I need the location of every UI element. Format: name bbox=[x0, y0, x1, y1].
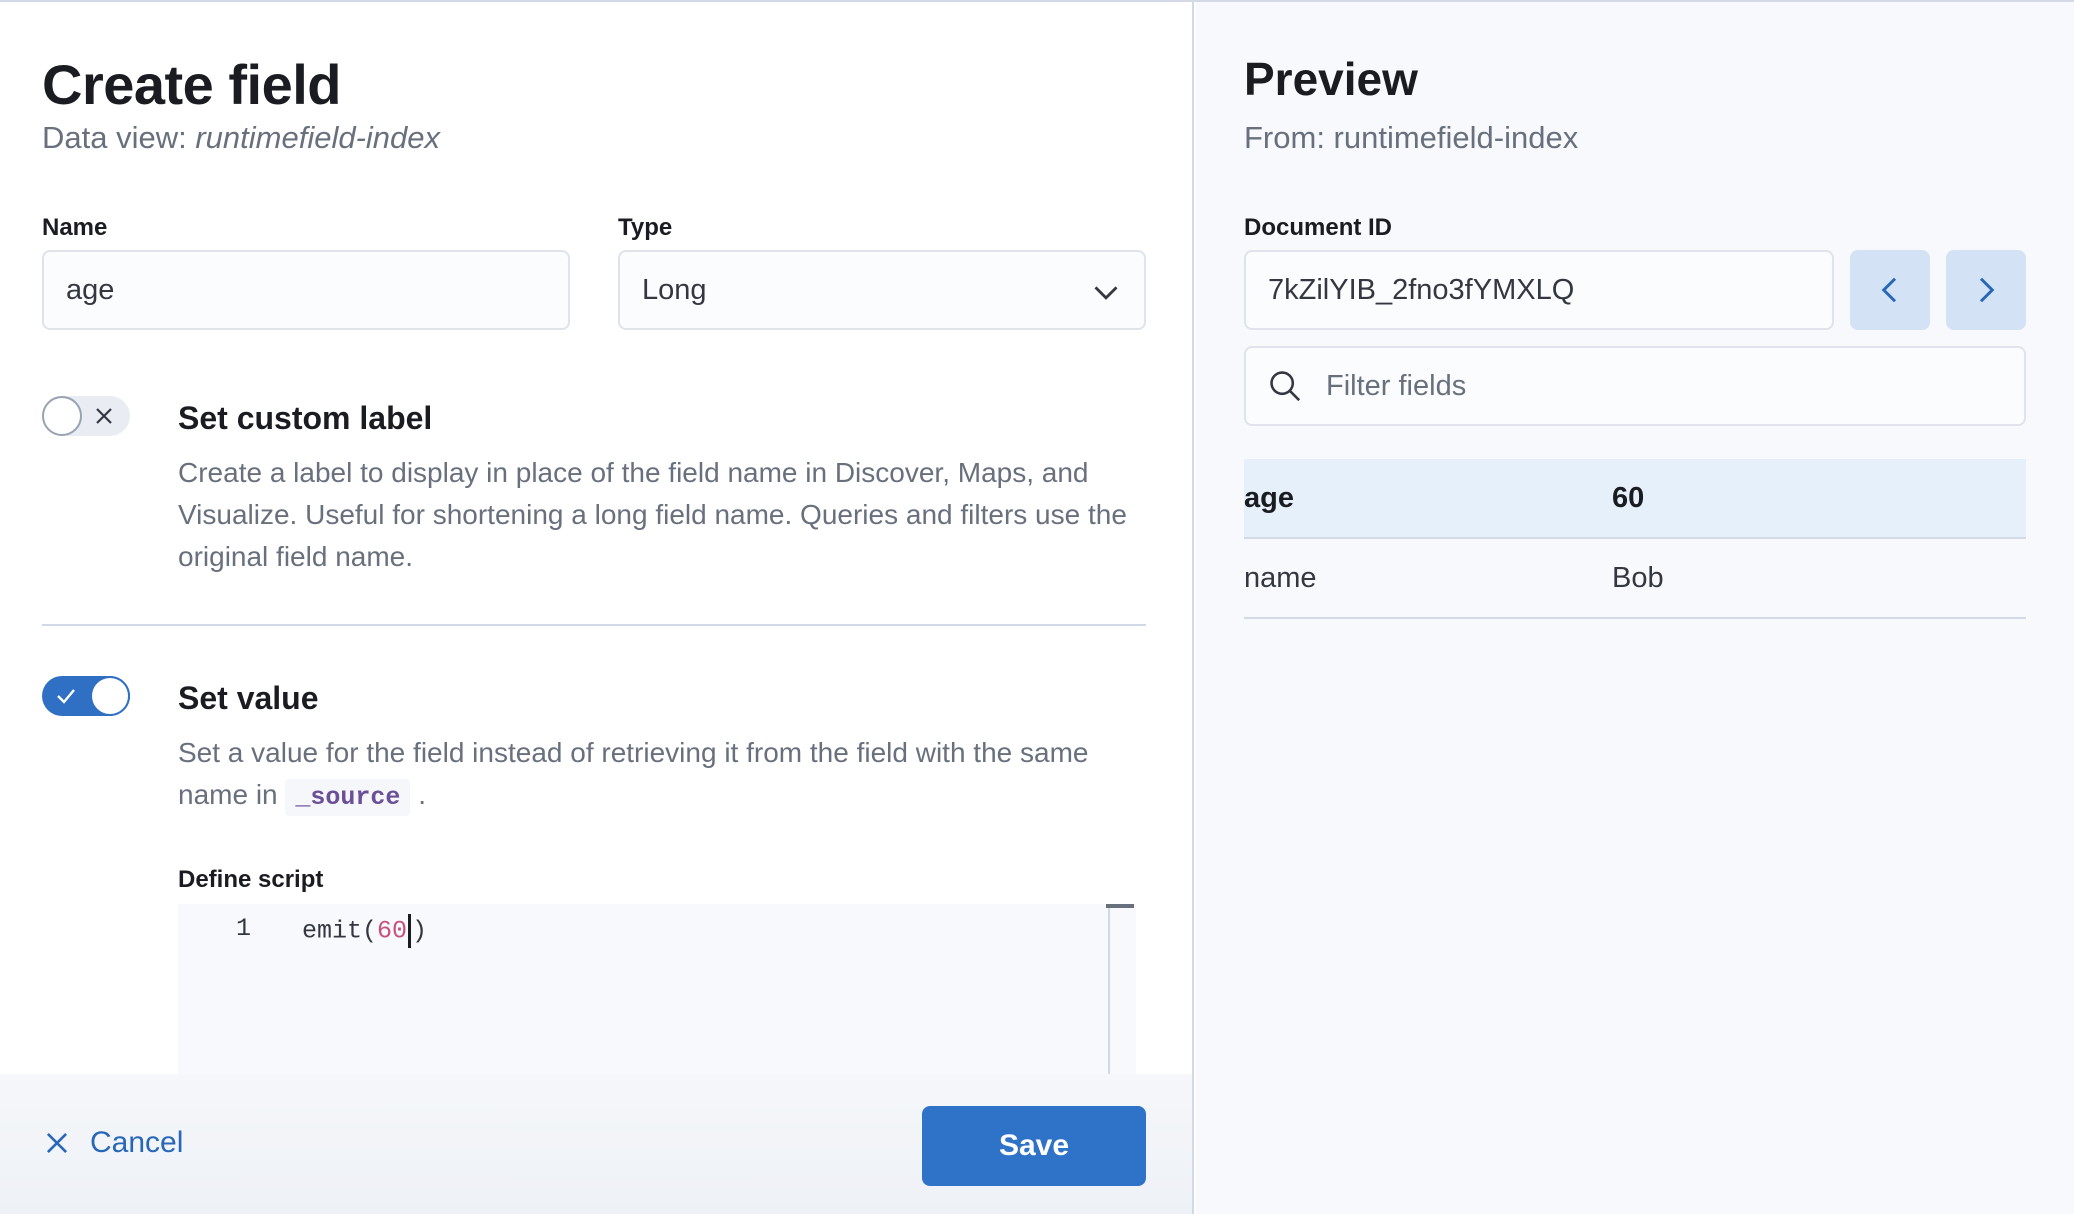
define-script-label: Define script bbox=[178, 866, 324, 893]
set-value-description: Set a value for the field instead of ret… bbox=[178, 732, 1138, 819]
source-code-token: _source bbox=[285, 779, 411, 816]
document-id-label: Document ID bbox=[1244, 214, 1393, 241]
code-close: ) bbox=[412, 916, 428, 946]
chevron-left-icon bbox=[1881, 277, 1897, 303]
panel-subtitle: Data view: runtimefield-index bbox=[42, 120, 440, 156]
document-id-value: 7kZilYIB_2fno3fYMXLQ bbox=[1268, 273, 1575, 306]
check-icon bbox=[57, 689, 75, 704]
create-field-panel: Create field Data view: runtimefield-ind… bbox=[0, 2, 1194, 1214]
close-icon bbox=[46, 1132, 68, 1154]
panel-title: Create field bbox=[42, 53, 342, 116]
script-code: emit(60) bbox=[302, 914, 427, 948]
field-value: 60 bbox=[1612, 481, 1645, 514]
field-value: Bob bbox=[1612, 561, 1664, 594]
scrollbar-thumb[interactable] bbox=[1106, 904, 1134, 908]
cancel-button[interactable]: Cancel bbox=[44, 1126, 183, 1160]
next-document-button[interactable] bbox=[1946, 250, 2026, 330]
script-editor[interactable]: 1 emit(60) bbox=[178, 904, 1136, 1074]
section-divider bbox=[42, 624, 1146, 626]
preview-field-row[interactable]: age 60 bbox=[1244, 459, 2026, 539]
filter-fields-input[interactable]: Filter fields bbox=[1244, 346, 2026, 426]
previous-document-button[interactable] bbox=[1850, 250, 1930, 330]
editor-scrollbar[interactable] bbox=[1106, 904, 1136, 1074]
cross-icon bbox=[96, 408, 112, 424]
text-cursor bbox=[408, 914, 412, 948]
toggle-knob bbox=[42, 396, 82, 436]
data-view-name: runtimefield-index bbox=[195, 120, 441, 155]
custom-label-toggle[interactable] bbox=[42, 396, 130, 436]
toggle-knob bbox=[90, 676, 130, 716]
subtitle-prefix: Data view: bbox=[42, 120, 196, 155]
document-id-input[interactable]: 7kZilYIB_2fno3fYMXLQ bbox=[1244, 250, 1834, 330]
code-number: 60 bbox=[377, 916, 408, 946]
flyout-footer: Cancel Save bbox=[0, 1074, 1192, 1214]
name-label: Name bbox=[42, 214, 108, 241]
custom-label-description: Create a label to display in place of th… bbox=[178, 457, 1127, 572]
chevron-down-icon bbox=[1094, 286, 1118, 300]
preview-title: Preview bbox=[1244, 53, 1418, 105]
type-select[interactable]: Long bbox=[618, 250, 1146, 330]
set-value-text-end: . bbox=[410, 779, 426, 810]
name-input-value: age bbox=[66, 273, 115, 306]
chevron-right-icon bbox=[1979, 277, 1995, 303]
type-select-value: Long bbox=[642, 273, 707, 306]
preview-field-row[interactable]: name Bob bbox=[1244, 539, 2026, 619]
name-input[interactable]: age bbox=[42, 250, 570, 330]
search-icon bbox=[1270, 371, 1301, 402]
line-number: 1 bbox=[236, 914, 252, 943]
field-name: name bbox=[1244, 561, 1317, 594]
type-label: Type bbox=[618, 214, 673, 241]
custom-label-title: Set custom label bbox=[178, 400, 433, 436]
set-value-title: Set value bbox=[178, 680, 319, 716]
set-value-toggle[interactable] bbox=[42, 676, 130, 716]
field-name: age bbox=[1244, 481, 1294, 514]
save-button[interactable]: Save bbox=[922, 1106, 1146, 1186]
filter-placeholder: Filter fields bbox=[1326, 369, 1467, 402]
code-fn: emit( bbox=[302, 916, 378, 946]
preview-subtitle: From: runtimefield-index bbox=[1244, 120, 1579, 155]
preview-panel: Preview From: runtimefield-index Documen… bbox=[1196, 2, 2074, 1214]
cancel-label: Cancel bbox=[90, 1126, 184, 1159]
